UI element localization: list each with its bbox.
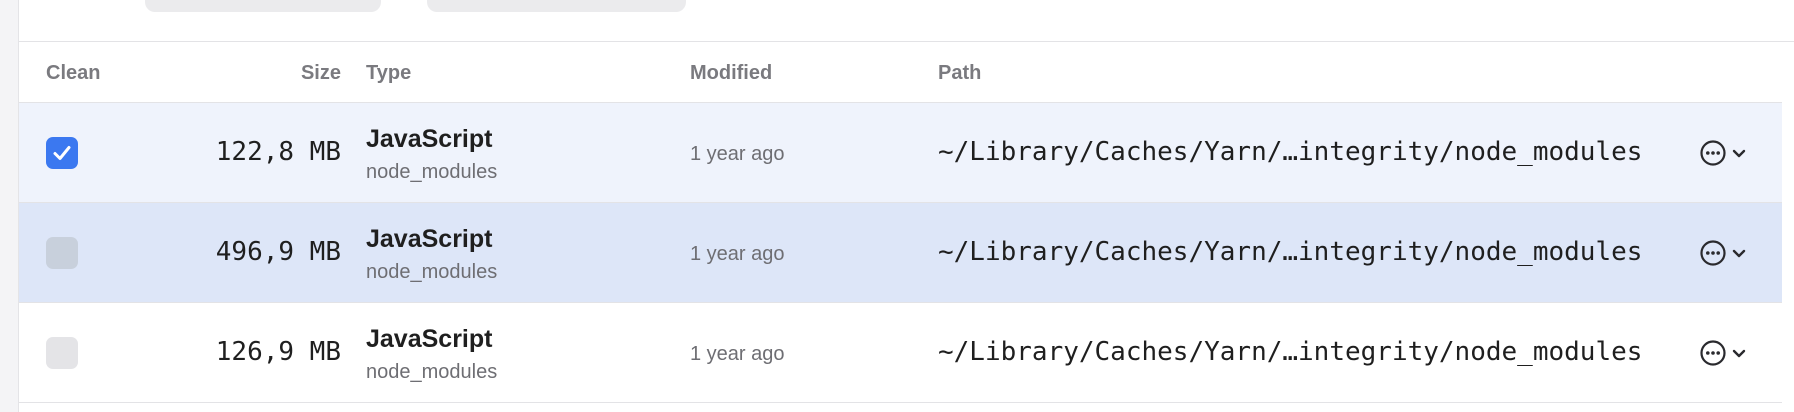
row-actions-menu[interactable] [1699,337,1759,369]
table-header: Clean Size Type Modified Path [19,42,1794,103]
chevron-down-icon[interactable] [1730,144,1748,162]
column-header-size[interactable]: Size [139,62,341,85]
chevron-down-icon[interactable] [1730,244,1748,262]
row-path: ~/Library/Caches/Yarn/…integrity/node_mo… [938,237,1643,267]
table-row[interactable]: 126,9 MB JavaScript node_modules 1 year … [19,303,1794,403]
toolbar-segment-right[interactable] [427,0,686,12]
row-path: ~/Library/Caches/Yarn/…integrity/node_mo… [938,337,1643,367]
row-type: JavaScript [366,125,493,153]
toolbar-area [19,0,1794,42]
row-size: 496,9 MB [215,237,341,267]
row-modified: 1 year ago [690,143,785,165]
clean-checkbox[interactable] [46,137,78,169]
ellipsis-circle-icon[interactable] [1699,339,1727,367]
row-type: JavaScript [366,225,493,253]
clean-checkbox[interactable] [46,337,78,369]
row-actions-menu[interactable] [1699,137,1759,169]
row-subtype: node_modules [366,261,498,283]
sidebar-edge [0,0,19,412]
checkmark-icon [53,146,71,160]
row-subtype: node_modules [366,161,498,183]
row-subtype: node_modules [366,361,498,383]
clean-checkbox[interactable] [46,237,78,269]
column-header-type[interactable]: Type [366,62,411,85]
table-row[interactable]: 122,8 MB JavaScript node_modules 1 year … [19,103,1794,203]
row-modified: 1 year ago [690,343,785,365]
ellipsis-circle-icon[interactable] [1699,139,1727,167]
row-size: 122,8 MB [215,137,341,167]
scroll-gutter [1782,42,1794,412]
column-header-modified[interactable]: Modified [690,62,772,85]
results-table: Clean Size Type Modified Path 122,8 MB J… [19,42,1794,403]
row-actions-menu[interactable] [1699,237,1759,269]
column-header-path[interactable]: Path [938,62,981,85]
row-modified: 1 year ago [690,243,785,265]
row-type: JavaScript [366,325,493,353]
table-row[interactable]: 496,9 MB JavaScript node_modules 1 year … [19,203,1794,303]
column-header-clean[interactable]: Clean [46,62,100,85]
row-path: ~/Library/Caches/Yarn/…integrity/node_mo… [938,137,1643,167]
toolbar-segment-left[interactable] [145,0,381,12]
row-size: 126,9 MB [215,337,341,367]
ellipsis-circle-icon[interactable] [1699,239,1727,267]
chevron-down-icon[interactable] [1730,344,1748,362]
